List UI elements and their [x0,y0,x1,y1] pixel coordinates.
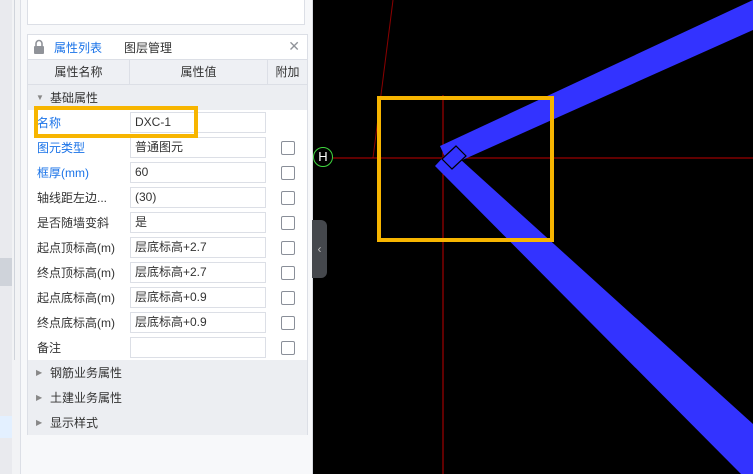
property-value-input[interactable]: 层底标高+2.7 [130,237,266,258]
drawing-canvas[interactable] [313,0,753,474]
tab-property-list[interactable]: 属性列表 [54,39,102,56]
extra-checkbox[interactable] [280,340,295,355]
property-value-input[interactable]: (30) [130,187,266,208]
property-name: 起点底标高(m) [37,291,115,305]
property-value-cell: 普通图元 [130,137,268,158]
lock-icon[interactable] [32,39,46,55]
extra-cell [268,265,307,280]
property-name: 轴线距左边... [37,191,108,205]
group-civil-properties[interactable]: ▶ 土建业务属性 [27,385,308,410]
header-property-name: 属性名称 [28,60,130,84]
property-value-cell: 层底标高+2.7 [130,262,268,283]
extra-cell [268,190,307,205]
extra-checkbox[interactable] [280,265,295,280]
group-label: 钢筋业务属性 [50,366,123,380]
property-panel: 属性列表 图层管理 ✕ 属性名称 属性值 附加 ▼ 基础属性 名称 DXC-1 图元… [21,0,313,474]
property-name: 图元类型 [37,141,86,155]
header-property-value: 属性值 [130,60,268,84]
extra-checkbox[interactable] [280,290,295,305]
collapse-arrow-icon: ▼ [36,93,44,102]
extra-checkbox[interactable] [280,240,295,255]
top-panel-box [27,0,305,25]
property-name: 是否随墙变斜 [37,216,110,230]
property-name: 终点顶标高(m) [37,266,115,280]
property-name: 框厚(mm) [37,166,89,180]
canvas-drawing [333,0,753,474]
property-value-cell: 层底标高+2.7 [130,237,268,258]
chevron-left-icon[interactable]: ‹ [312,220,327,278]
property-value-input[interactable]: 是 [130,212,266,233]
left-sidebar-divider [14,0,15,360]
property-value-input[interactable] [130,337,266,358]
property-row[interactable]: 图元类型 普通图元 [27,135,308,160]
group-rebar-properties[interactable]: ▶ 钢筋业务属性 [27,360,308,385]
property-row[interactable]: 起点底标高(m) 层底标高+0.9 [27,285,308,310]
property-value-cell: 层底标高+0.9 [130,312,268,333]
header-extra: 附加 [275,65,300,79]
group-display-style[interactable]: ▶ 显示样式 [27,410,308,435]
extra-checkbox[interactable] [280,165,295,180]
group-label: 基础属性 [50,91,99,105]
property-row[interactable]: 起点顶标高(m) 层底标高+2.7 [27,235,308,260]
property-row[interactable]: 备注 [27,335,308,360]
extra-checkbox[interactable] [280,315,295,330]
property-value-cell: 层底标高+0.9 [130,287,268,308]
property-name: 起点顶标高(m) [37,241,115,255]
property-table-header: 属性名称 属性值 附加 [27,59,308,85]
extra-cell [268,340,307,355]
property-row[interactable]: 轴线距左边... (30) [27,185,308,210]
extra-cell [268,140,307,155]
left-sidebar-strip [0,0,21,474]
reference-line [372,0,394,159]
property-value-input[interactable]: 60 [130,162,266,183]
group-label: 显示样式 [50,416,99,430]
property-value-input[interactable]: 层底标高+2.7 [130,262,266,283]
property-value-cell: 是 [130,212,268,233]
left-sidebar-background [0,0,12,474]
close-icon[interactable]: ✕ [288,38,300,55]
property-name: 备注 [37,341,62,355]
name-row-highlight-box [34,106,198,138]
wall-member-upper [440,0,753,166]
wall-member-lower [435,150,753,474]
property-value-cell: (30) [130,187,268,208]
property-name: 终点底标高(m) [37,316,115,330]
extra-cell [268,165,307,180]
property-panel-tabs: 属性列表 图层管理 ✕ [27,34,308,59]
property-row[interactable]: 框厚(mm) 60 [27,160,308,185]
property-value-input[interactable]: 层底标高+0.9 [130,287,266,308]
group-label: 土建业务属性 [50,391,123,405]
property-row[interactable]: 终点顶标高(m) 层底标高+2.7 [27,260,308,285]
left-sidebar-selected-item[interactable] [0,416,12,438]
axis-label-h[interactable]: H [313,147,333,167]
extra-cell [268,315,307,330]
property-value-cell [130,337,268,358]
expand-arrow-icon: ▶ [36,393,43,402]
tab-layer-management[interactable]: 图层管理 [124,39,172,56]
expand-arrow-icon: ▶ [36,368,43,377]
property-value-input[interactable]: 普通图元 [130,137,266,158]
extra-checkbox[interactable] [280,215,295,230]
expand-arrow-icon: ▶ [36,418,43,427]
property-row[interactable]: 终点底标高(m) 层底标高+0.9 [27,310,308,335]
left-sidebar-scroll-thumb[interactable] [0,258,12,286]
property-row[interactable]: 是否随墙变斜 是 [27,210,308,235]
extra-cell [268,240,307,255]
extra-checkbox[interactable] [280,190,295,205]
extra-cell [268,215,307,230]
extra-cell [268,290,307,305]
extra-checkbox[interactable] [280,140,295,155]
property-value-input[interactable]: 层底标高+0.9 [130,312,266,333]
property-value-cell: 60 [130,162,268,183]
